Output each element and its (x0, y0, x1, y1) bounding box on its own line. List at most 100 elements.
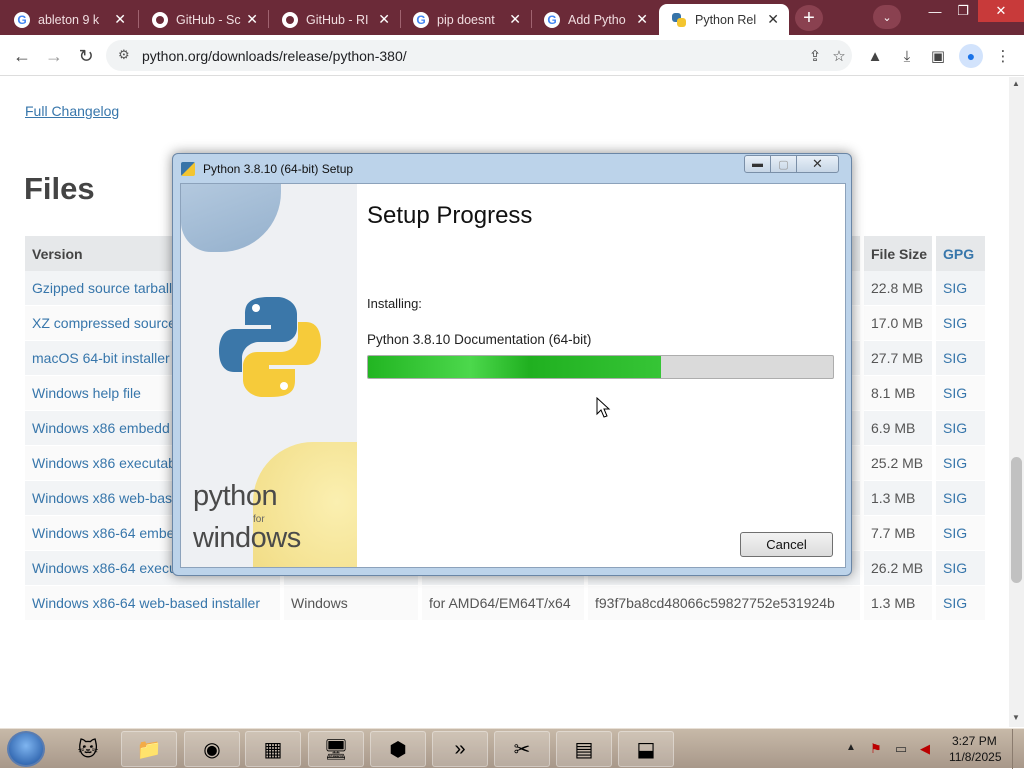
tab-strip: G ableton 9 k ✕ GitHub - Sc ✕ GitHub - R… (0, 0, 1024, 35)
table-cell: 26.2 MB (864, 551, 936, 586)
current-component-label: Python 3.8.10 Documentation (64-bit) (367, 332, 592, 347)
column-header: File Size (864, 236, 936, 271)
remote-desktop-icon[interactable]: 🖥 (308, 731, 364, 767)
install-progress-bar (367, 355, 834, 379)
close-icon[interactable]: ✕ (767, 11, 779, 28)
back-arrow-icon[interactable]: ← (10, 44, 34, 68)
tray-expand-icon[interactable]: ▲ (846, 742, 856, 753)
address-bar[interactable]: ⚙ python.org/downloads/release/python-38… (106, 40, 852, 71)
gpg-sig-link[interactable]: SIG (936, 446, 985, 481)
site-info-icon[interactable]: ⚙ (118, 47, 130, 63)
file-download-link[interactable]: Windows x86-64 web-based installer (25, 586, 284, 621)
gpg-sig-link[interactable]: SIG (936, 516, 985, 551)
forward-arrow-icon[interactable]: → (42, 44, 66, 68)
table-row: Windows x86-64 web-based installer Window… (25, 586, 985, 621)
close-icon[interactable]: ✕ (246, 11, 258, 28)
show-desktop-button[interactable] (1012, 729, 1024, 769)
dialog-titlebar[interactable]: Python 3.8.10 (64-bit) Setup ▬ ▢ ✕ (173, 154, 851, 182)
gpg-sig-link[interactable]: SIG (936, 586, 985, 621)
table-cell: 6.9 MB (864, 411, 936, 446)
gpg-sig-link[interactable]: SIG (936, 411, 985, 446)
tab-python-release[interactable]: Python Rel ✕ (659, 4, 789, 35)
files-heading: Files (24, 171, 95, 206)
close-icon[interactable]: ✕ (509, 11, 521, 28)
powershell-icon[interactable]: » (432, 731, 488, 767)
python-brand-panel: python for windows (181, 184, 357, 567)
table-cell: 1.3 MB (864, 481, 936, 516)
gpg-sig-link[interactable]: SIG (936, 376, 985, 411)
google-icon: G (14, 11, 30, 28)
chrome-browser-icon[interactable]: ◉ (184, 731, 240, 767)
dialog-body: python for windows Setup Progress Instal… (180, 183, 846, 568)
table-cell: 22.8 MB (864, 271, 936, 306)
google-icon: G (544, 11, 560, 28)
clock-time[interactable]: 3:27 PM (952, 734, 997, 748)
setup-app-icon[interactable]: ⬓ (618, 731, 674, 767)
close-icon[interactable]: ✕ (636, 11, 648, 28)
gpg-sig-link[interactable]: SIG (936, 481, 985, 516)
restore-window-icon[interactable]: ❐ (948, 0, 978, 22)
tab-github-ri[interactable]: GitHub - RI ✕ (270, 4, 400, 35)
python-icon (671, 12, 687, 28)
dialog-minimize-button[interactable]: ▬ (744, 155, 771, 173)
table-cell: 1.3 MB (864, 586, 936, 621)
python-setup-icon (181, 162, 195, 176)
close-window-icon[interactable]: ✕ (978, 0, 1024, 22)
tab-add-python[interactable]: G Add Pytho ✕ (532, 4, 658, 35)
column-header: GPG (936, 236, 985, 271)
action-center-icon[interactable]: ⚑ (868, 741, 884, 757)
scroll-up-arrow-icon[interactable]: ▲ (1012, 79, 1020, 88)
tab-separator (268, 10, 269, 28)
tab-pip[interactable]: G pip doesnt ✕ (401, 4, 531, 35)
download-icon[interactable]: ⤓ (896, 45, 918, 67)
table-cell: 17.0 MB (864, 306, 936, 341)
terminal-icon[interactable]: ▤ (556, 731, 612, 767)
gpg-sig-link[interactable]: SIG (936, 551, 985, 586)
bookmark-star-icon[interactable]: ☆ (828, 45, 850, 67)
dialog-close-button[interactable]: ✕ (796, 155, 839, 173)
progress-fill (368, 356, 661, 378)
close-icon[interactable]: ✕ (114, 11, 126, 28)
full-changelog-link[interactable]: Full Changelog (25, 103, 119, 119)
profile-avatar[interactable]: ● (959, 44, 983, 68)
installing-label: Installing: (367, 296, 422, 311)
start-button[interactable] (7, 731, 45, 767)
menu-kebab-icon[interactable]: ⋮ (992, 45, 1014, 67)
tab-github-sc[interactable]: GitHub - Sc ✕ (140, 4, 268, 35)
new-tab-button[interactable]: + (795, 5, 823, 31)
reload-icon[interactable]: ↻ (74, 44, 98, 68)
volume-muted-icon[interactable]: ◀ (917, 741, 933, 757)
url-text[interactable]: python.org/downloads/release/python-380/ (142, 48, 407, 64)
browser-toolbar: ← → ↻ ⚙ python.org/downloads/release/pyt… (0, 35, 1024, 76)
windows-taskbar: 🐱 📁 ◉ ▦ 🖥 ⬢ » ✂ ▤ ⬓ ▲ ⚑ ▭ ◀ 3:27 PM 11/8… (0, 728, 1024, 769)
gpg-sig-link[interactable]: SIG (936, 341, 985, 376)
page-scrollbar[interactable]: ▲ ▼ (1009, 77, 1024, 727)
python-installer-task-icon[interactable]: ⬢ (370, 731, 426, 767)
decorative-shape (181, 184, 281, 252)
extensions-icon[interactable]: ▲ (864, 45, 886, 67)
minimize-window-icon[interactable]: — (920, 0, 950, 22)
python-logo-icon (219, 297, 321, 397)
scroll-down-arrow-icon[interactable]: ▼ (1012, 713, 1020, 722)
table-cell: Windows (284, 586, 422, 621)
tab-ableton[interactable]: G ableton 9 k ✕ (2, 4, 136, 35)
scroll-thumb[interactable] (1011, 457, 1022, 583)
cat-app-icon[interactable]: 🐱 (60, 731, 116, 767)
file-explorer-icon[interactable]: 📁 (121, 731, 177, 767)
gpg-sig-link[interactable]: SIG (936, 271, 985, 306)
mouse-cursor-icon (596, 397, 611, 418)
network-icon[interactable]: ▭ (893, 741, 909, 757)
control-panel-icon[interactable]: ▦ (245, 731, 301, 767)
clock-date[interactable]: 11/8/2025 (949, 750, 1002, 764)
table-cell: 7.7 MB (864, 516, 936, 551)
table-cell: 25.2 MB (864, 446, 936, 481)
side-panel-icon[interactable]: ▣ (927, 45, 949, 67)
table-cell: 27.7 MB (864, 341, 936, 376)
gpg-sig-link[interactable]: SIG (936, 306, 985, 341)
tab-search-button[interactable]: ⌄ (873, 5, 901, 29)
close-icon[interactable]: ✕ (378, 11, 390, 28)
cancel-button[interactable]: Cancel (740, 532, 833, 557)
snipping-tool-icon[interactable]: ✂ (494, 731, 550, 767)
setup-progress-heading: Setup Progress (367, 202, 533, 229)
share-icon[interactable]: ⇪ (804, 45, 826, 67)
